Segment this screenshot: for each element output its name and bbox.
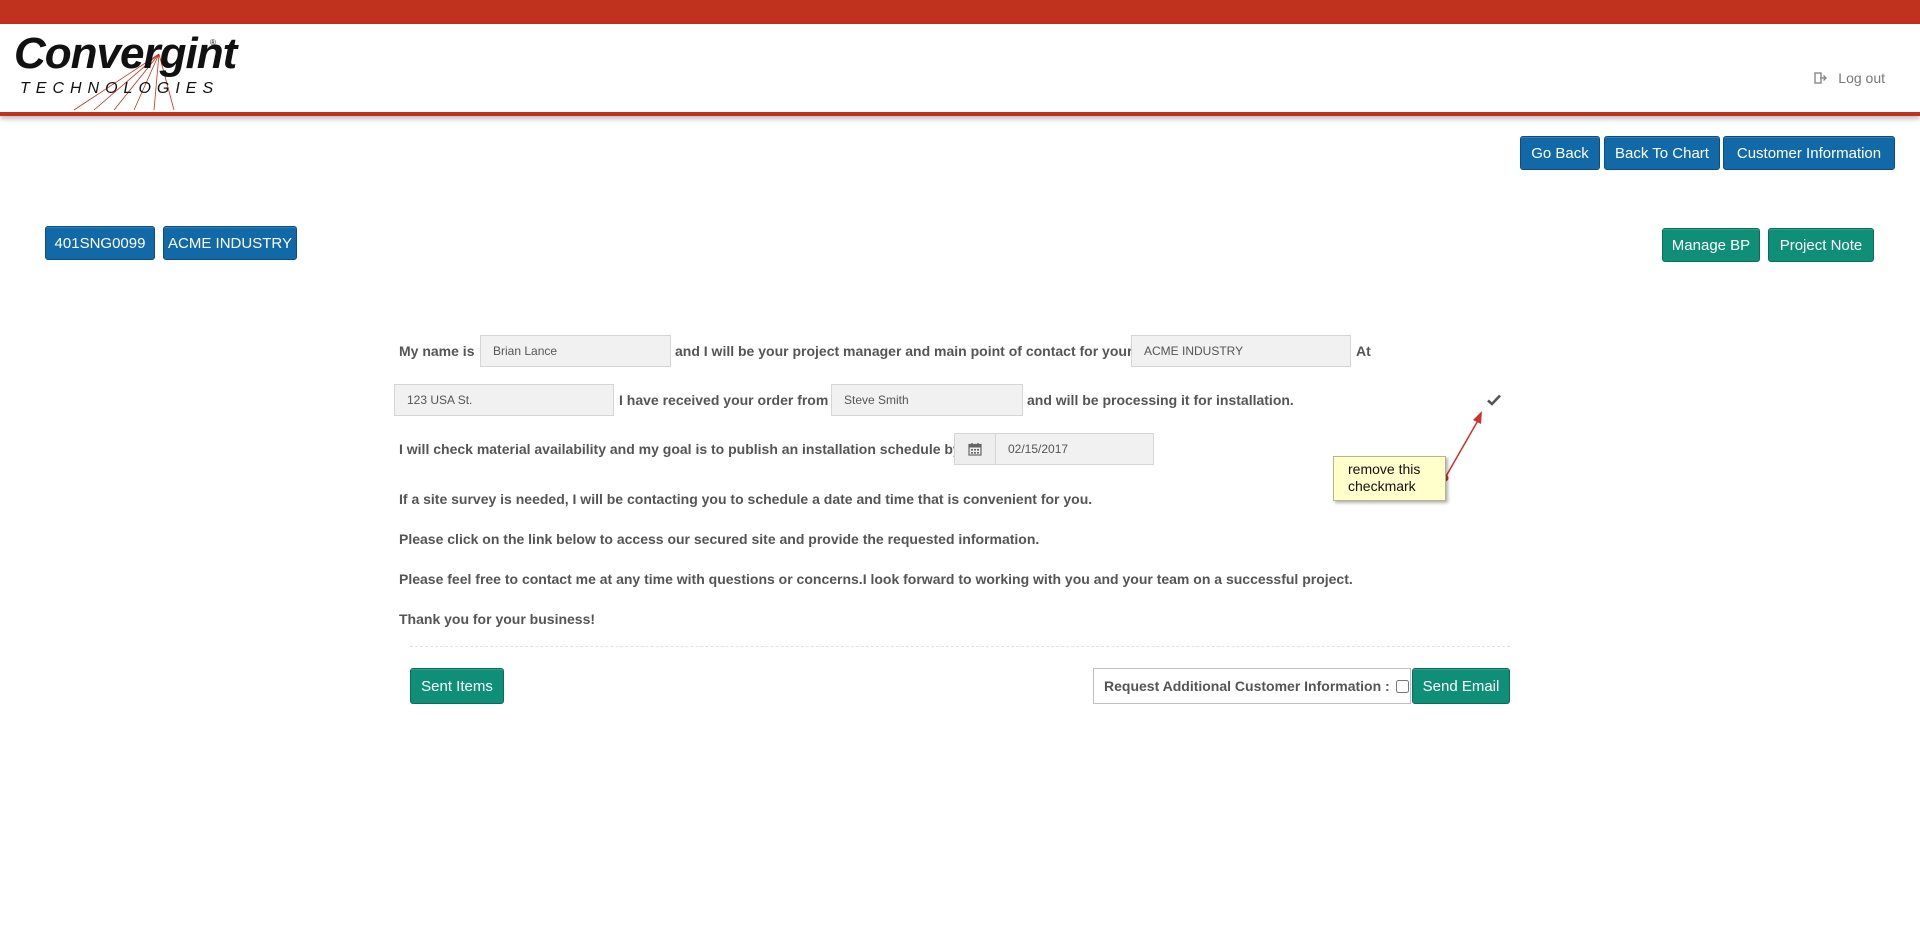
logo-registered-mark: ® <box>210 38 216 47</box>
check-availability-text: I will check material availability and m… <box>399 441 961 457</box>
logout-link[interactable]: Log out <box>1814 70 1885 86</box>
processing-text: and will be processing it for installati… <box>1027 392 1294 408</box>
pm-text: and I will be your project manager and m… <box>675 343 1133 359</box>
calendar-addon[interactable] <box>954 433 996 465</box>
address-field[interactable]: 123 USA St. <box>394 384 614 416</box>
request-info-option[interactable]: Request Additional Customer Information … <box>1093 668 1411 704</box>
schedule-date-field[interactable]: 02/15/2017 <box>995 433 1154 465</box>
company-field[interactable]: ACME INDUSTRY <box>1131 335 1351 367</box>
send-email-button[interactable]: Send Email <box>1412 668 1510 704</box>
logo-wordmark: Convergint <box>14 29 237 78</box>
calendar-icon <box>968 443 982 456</box>
request-info-checkbox[interactable] <box>1395 679 1409 693</box>
app-header: Convergint TECHNOLOGIES ® Log out <box>0 24 1920 116</box>
sign-out-icon <box>1814 72 1828 84</box>
thanks-text: Thank you for your business! <box>399 611 596 627</box>
project-note-button[interactable]: Project Note <box>1768 228 1874 262</box>
received-text: I have received your order from <box>619 392 829 408</box>
my-name-label: My name is <box>399 343 475 359</box>
back-to-chart-button[interactable]: Back To Chart <box>1604 136 1720 170</box>
manager-name-field[interactable]: Brian Lance <box>480 335 671 367</box>
customer-name-badge[interactable]: ACME INDUSTRY <box>163 226 297 260</box>
customer-information-button[interactable]: Customer Information <box>1723 136 1895 170</box>
logout-label: Log out <box>1838 70 1885 86</box>
company-logo: Convergint TECHNOLOGIES ® <box>14 32 237 111</box>
request-info-label: Request Additional Customer Information … <box>1104 678 1390 694</box>
form-divider <box>410 646 1510 647</box>
manage-bp-button[interactable]: Manage BP <box>1662 228 1760 262</box>
go-back-button[interactable]: Go Back <box>1520 136 1600 170</box>
project-id-badge[interactable]: 401SNG0099 <box>45 226 155 260</box>
logo-subtitle: TECHNOLOGIES <box>20 80 220 97</box>
contact-text: Please feel free to contact me at any ti… <box>399 571 1353 587</box>
sent-items-button[interactable]: Sent Items <box>410 668 504 704</box>
orderer-field[interactable]: Steve Smith <box>831 384 1023 416</box>
site-survey-text: If a site survey is needed, I will be co… <box>399 491 1093 507</box>
annotation-note: remove this checkmark <box>1333 456 1446 501</box>
at-label: At <box>1356 343 1371 359</box>
top-brand-bar <box>0 0 1920 24</box>
secured-link-text: Please click on the link below to access… <box>399 531 1040 547</box>
